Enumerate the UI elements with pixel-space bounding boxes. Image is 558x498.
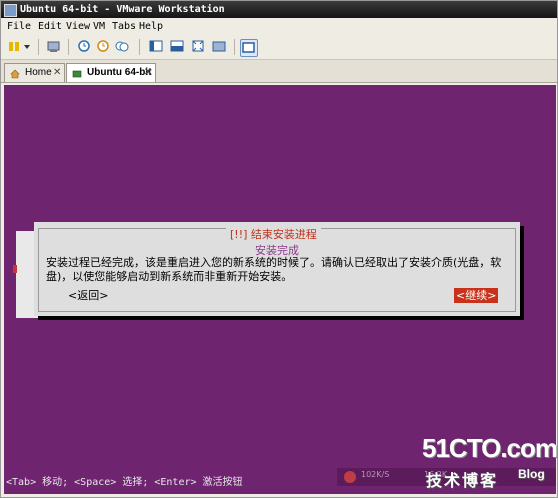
dialog-message: 安装过程已经完成，该是重启进入您的新系统的时候了。请确认已经取出了安装介质(光盘… [46,256,502,283]
vmware-window: Ubuntu 64-bit - VMware Workstation File … [0,0,558,498]
snapshot-icon[interactable] [77,39,92,54]
menu-view[interactable]: View [66,19,90,35]
tab-bar: Home ✕ Ubuntu 64-bit ✕ [1,60,557,83]
toolbar-separator [139,39,140,55]
unity-icon[interactable] [212,39,227,54]
background-panel-marker [13,265,17,273]
network-speed: 102K/S [361,470,390,479]
send-ctrl-alt-del-icon[interactable] [46,39,61,54]
menu-help[interactable]: Help [139,19,163,35]
show-sidebar-icon[interactable] [149,39,164,54]
back-button[interactable]: <返回> [68,289,108,303]
close-icon[interactable]: ✕ [53,64,61,82]
home-icon [10,68,20,79]
menu-bar: File Edit View VM Tabs Help [1,19,557,35]
app-icon [4,4,17,17]
finish-install-dialog: [!!] 结束安装进程 安装完成 安装过程已经完成，该是重启进入您的新系统的时候… [34,222,520,316]
toolbar-separator [234,39,235,55]
fullscreen-icon[interactable] [191,39,206,54]
dialog-title: [!!] 结束安装进程 [226,228,321,242]
title-bar: Ubuntu 64-bit - VMware Workstation [1,1,557,18]
toolbar-separator [38,39,39,55]
watermark-site: 51CTO.com [422,433,558,463]
tab-ubuntu-label: Ubuntu 64-bit [87,67,152,78]
close-icon[interactable]: ✕ [144,64,152,82]
power-icon[interactable] [7,39,22,54]
menu-vm[interactable]: VM [93,19,105,35]
snapshot-manager-icon[interactable] [114,39,129,54]
dropdown-icon[interactable] [22,39,32,54]
revert-snapshot-icon[interactable] [96,39,111,54]
vm-icon [72,68,82,78]
menu-edit[interactable]: Edit [38,19,62,35]
watermark-blog: Blog [518,467,545,481]
continue-button[interactable]: <继续> [454,288,499,303]
window-title: Ubuntu 64-bit - VMware Workstation [20,4,225,15]
menu-file[interactable]: File [7,19,31,35]
tab-ubuntu-64-bit[interactable]: Ubuntu 64-bit ✕ [66,63,156,82]
toolbar-separator [68,39,69,55]
menu-tabs[interactable]: Tabs [112,19,136,35]
tab-home-label: Home [25,67,52,78]
tab-home[interactable]: Home ✕ [4,63,65,82]
network-icon [344,471,356,483]
quick-switch-icon[interactable] [170,39,185,54]
console-view-icon[interactable] [240,39,258,57]
toolbar [1,35,557,60]
keyboard-hint: <Tab> 移动; <Space> 选择; <Enter> 激活按钮 [6,477,243,488]
watermark-subtitle: 技术博客 [426,471,499,490]
